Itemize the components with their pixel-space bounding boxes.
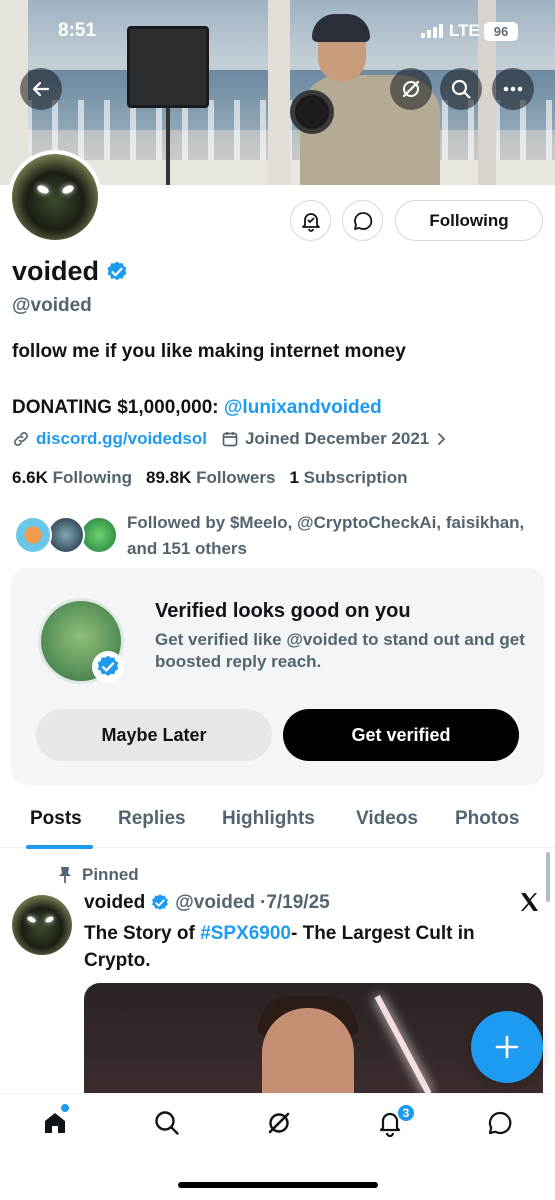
verified-check-icon <box>92 651 124 683</box>
post-header: voided @voided ·7/19/25 <box>84 892 330 914</box>
post-author-avatar[interactable] <box>12 895 72 955</box>
maybe-later-button[interactable]: Maybe Later <box>36 709 272 761</box>
follower-avatar[interactable] <box>14 516 52 554</box>
following-label: Following <box>52 468 132 487</box>
subscription-label: Subscription <box>303 468 408 487</box>
grok-icon <box>402 80 420 98</box>
pin-icon <box>59 867 71 883</box>
chat-bubble-icon <box>488 1111 512 1135</box>
status-time: 8:51 <box>58 20 97 41</box>
subscription-stat[interactable]: 1 Subscription <box>289 468 407 488</box>
followers-count: 89.8K <box>145 468 192 487</box>
nav-search[interactable] <box>147 1103 187 1143</box>
active-tab-indicator <box>26 845 93 849</box>
subscription-count: 1 <box>289 468 299 487</box>
pinned-label: Pinned <box>82 865 139 884</box>
verified-badge-icon <box>107 261 127 280</box>
calendar-icon <box>222 432 238 447</box>
banner-pillar <box>268 0 290 185</box>
notifications-badge: 3 <box>396 1103 416 1123</box>
search-icon <box>451 79 471 99</box>
banner-monitor <box>127 26 209 108</box>
upsell-subtitle: Get verified like @voided to stand out a… <box>155 630 525 671</box>
followed-by-text[interactable]: Followed by $Meelo, @CryptoCheckAi, fais… <box>127 510 537 562</box>
home-unread-dot <box>61 1104 69 1112</box>
post-date: ·7/19/25 <box>260 892 330 913</box>
profile-meta: discord.gg/voidedsol Joined December 202… <box>12 429 447 449</box>
x-logo-icon <box>518 891 540 918</box>
profile-bio: follow me if you like making internet mo… <box>12 341 406 362</box>
banner-person-cap <box>312 14 370 42</box>
nav-messages[interactable] <box>480 1103 520 1143</box>
profile-handle: @voided <box>12 295 92 316</box>
tab-photos[interactable]: Photos <box>455 808 519 830</box>
followers-label: Followers <box>196 468 276 487</box>
get-verified-button[interactable]: Get verified <box>283 709 519 761</box>
media-person-face <box>262 1008 354 1098</box>
donating-label: DONATING $1,000,000: <box>12 397 224 418</box>
pinned-label-row: Pinned <box>58 865 139 885</box>
profile-tabs: Posts Replies Highlights Videos Photos <box>0 800 555 848</box>
followers-stat[interactable]: 89.8K Followers <box>146 468 275 488</box>
profile-avatar[interactable] <box>8 150 102 244</box>
follower-avatar[interactable] <box>47 516 85 554</box>
tab-videos[interactable]: Videos <box>356 808 418 830</box>
back-button[interactable] <box>20 68 62 110</box>
link-icon <box>14 432 28 446</box>
profile-name: voided <box>12 256 100 286</box>
nav-grok[interactable] <box>259 1103 299 1143</box>
grok-icon <box>268 1112 290 1134</box>
search-icon <box>155 1111 179 1135</box>
battery-level: 96 <box>493 24 509 39</box>
notify-button[interactable] <box>290 200 331 241</box>
website-link[interactable]: discord.gg/voidedsol <box>36 429 207 449</box>
verified-badge-icon <box>152 894 169 910</box>
following-button[interactable]: Following <box>395 200 543 241</box>
post-hashtag-link[interactable]: #SPX6900 <box>200 923 291 944</box>
profile-donating: DONATING $1,000,000: @lunixandvoided <box>12 397 382 419</box>
post-author-name[interactable]: voided <box>84 892 145 914</box>
follower-avatar[interactable] <box>80 516 118 554</box>
plus-icon <box>495 1035 519 1059</box>
battery-icon: 96 <box>484 22 518 41</box>
post-author-handle: @voided <box>175 892 255 913</box>
bell-check-icon <box>301 212 320 232</box>
more-icon <box>503 86 523 92</box>
profile-stats: 6.6K Following 89.8K Followers 1 Subscri… <box>12 468 408 488</box>
chat-bubble-icon <box>353 211 372 230</box>
upsell-title: Verified looks good on you <box>155 600 411 622</box>
home-icon <box>45 1113 65 1133</box>
chevron-right-icon[interactable] <box>435 432 447 446</box>
tab-highlights[interactable]: Highlights <box>222 808 315 830</box>
banner-camera <box>290 90 334 134</box>
grok-button[interactable] <box>390 68 432 110</box>
following-count: 6.6K <box>12 468 48 487</box>
donating-mention-link[interactable]: @lunixandvoided <box>224 397 382 418</box>
profile-name-row: voided <box>12 256 129 287</box>
tab-posts[interactable]: Posts <box>30 808 82 830</box>
banner-tripod <box>166 108 170 185</box>
more-button[interactable] <box>492 68 534 110</box>
network-label: LTE <box>449 21 480 40</box>
back-arrow-icon <box>32 81 50 97</box>
search-button[interactable] <box>440 68 482 110</box>
tab-replies[interactable]: Replies <box>118 808 186 830</box>
signal-icon <box>421 24 443 38</box>
following-stat[interactable]: 6.6K Following <box>12 468 132 488</box>
post-text-start: The Story of <box>84 923 201 944</box>
post-text: The Story of #SPX6900- The Largest Cult … <box>84 920 539 974</box>
message-button[interactable] <box>342 200 383 241</box>
nav-home[interactable] <box>35 1103 75 1143</box>
scrollbar[interactable] <box>546 852 550 902</box>
home-indicator[interactable] <box>178 1182 378 1188</box>
compose-post-button[interactable] <box>471 1011 543 1083</box>
joined-date: Joined December 2021 <box>244 429 430 448</box>
